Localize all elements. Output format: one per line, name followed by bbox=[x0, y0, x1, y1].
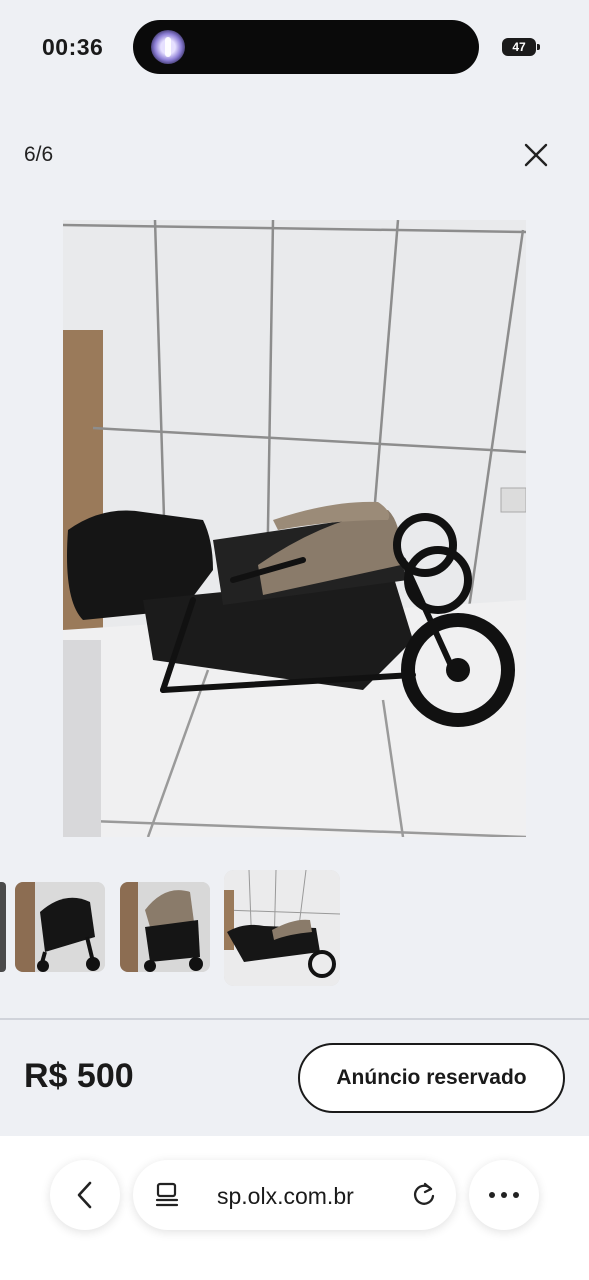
status-time: 00:36 bbox=[42, 34, 104, 60]
thumbnail-2[interactable] bbox=[120, 882, 210, 972]
thumbnail-partial[interactable] bbox=[0, 882, 6, 972]
photo-counter: 6/6 bbox=[24, 143, 54, 166]
back-icon bbox=[77, 1181, 92, 1209]
listing-price: R$ 500 bbox=[24, 1057, 134, 1095]
reload-icon[interactable] bbox=[411, 1182, 437, 1208]
status-bar: 00:36 47 bbox=[0, 0, 589, 95]
thumbnail-1[interactable] bbox=[15, 882, 105, 972]
dynamic-island bbox=[133, 20, 479, 74]
browser-toolbar: sp.olx.com.br bbox=[0, 1136, 589, 1280]
url-text: sp.olx.com.br bbox=[217, 1183, 354, 1209]
close-button[interactable] bbox=[516, 135, 556, 175]
stroller-photo bbox=[63, 220, 526, 837]
main-photo[interactable] bbox=[63, 220, 526, 837]
battery-icon: 47 bbox=[502, 38, 540, 56]
thumbnail-strip bbox=[0, 870, 589, 990]
more-options-button[interactable] bbox=[469, 1160, 539, 1230]
thumbnail-image bbox=[120, 882, 210, 972]
thumbnail-image bbox=[15, 882, 105, 972]
flashlight-indicator-icon bbox=[151, 30, 185, 64]
reserved-listing-button[interactable]: Anúncio reservado bbox=[298, 1043, 565, 1113]
close-icon bbox=[524, 143, 548, 167]
more-icon bbox=[489, 1192, 519, 1198]
page-icon bbox=[155, 1182, 179, 1207]
address-bar[interactable]: sp.olx.com.br bbox=[133, 1160, 456, 1230]
divider bbox=[0, 1018, 589, 1020]
back-button[interactable] bbox=[50, 1160, 120, 1230]
thumbnail-3-selected[interactable] bbox=[224, 870, 340, 986]
thumbnail-image bbox=[224, 870, 340, 986]
